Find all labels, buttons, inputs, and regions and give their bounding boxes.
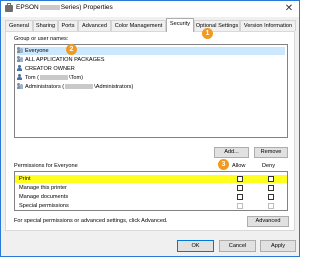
tab-version-information[interactable]: Version Information (240, 20, 296, 31)
tab-advanced[interactable]: Advanced (78, 20, 111, 31)
permission-row-manage-printer: Manage this printer (15, 184, 287, 192)
group-icon (17, 56, 23, 62)
step-badge-3: 3 (218, 159, 229, 170)
advanced-button[interactable]: Advanced (247, 216, 289, 227)
user-item-administrators[interactable]: Administrators (\Administrators) (17, 83, 133, 91)
step-badge-1: 1 (202, 28, 213, 39)
allow-column-label: Allow (232, 163, 246, 169)
tab-sharing[interactable]: Sharing (33, 20, 58, 31)
deny-checkbox (268, 203, 274, 209)
redacted-model (39, 4, 60, 10)
permission-row-manage-documents: Manage documents (15, 193, 287, 201)
advanced-hint: For special permissions or advanced sett… (14, 218, 168, 224)
allow-checkbox[interactable] (237, 176, 243, 182)
close-button[interactable]: ✕ (282, 2, 296, 15)
user-icon (17, 65, 23, 71)
printer-icon (5, 3, 13, 12)
redacted-computer-name (65, 84, 94, 90)
allow-checkbox[interactable] (237, 194, 243, 200)
tab-security[interactable]: Security (166, 18, 194, 32)
group-icon (17, 83, 23, 89)
tab-general[interactable]: General (5, 20, 33, 31)
tab-optional-settings[interactable]: Optional Settings (194, 20, 240, 31)
ok-button[interactable]: OK (177, 240, 214, 252)
allow-checkbox (237, 203, 243, 209)
redacted-computer-name (39, 75, 68, 81)
deny-checkbox[interactable] (268, 194, 274, 200)
user-item-all-app-packages[interactable]: ALL APPLICATION PACKAGES (17, 56, 104, 64)
user-icon (17, 74, 23, 80)
permissions-label: Permissions for Everyone (14, 163, 78, 169)
tab-strip: General Sharing Ports Advanced Color Man… (5, 18, 297, 32)
group-icon (17, 47, 23, 53)
cancel-button[interactable]: Cancel (219, 240, 256, 252)
user-item-creator-owner[interactable]: CREATOR OWNER (17, 65, 75, 73)
deny-checkbox[interactable] (268, 176, 274, 182)
allow-checkbox[interactable] (237, 185, 243, 191)
permission-row-special: Special permissions (15, 202, 287, 210)
group-users-label: Group or user names: (14, 36, 69, 42)
security-panel: Group or user names: Everyone ALL APPLIC… (5, 31, 295, 231)
tab-color-management[interactable]: Color Management (111, 20, 166, 31)
tab-ports[interactable]: Ports (58, 20, 78, 31)
apply-button[interactable]: Apply (260, 240, 296, 252)
user-item-everyone[interactable]: Everyone (17, 47, 285, 55)
window-title: EPSON Series) Properties (16, 4, 113, 11)
step-badge-2: 2 (66, 44, 77, 55)
add-button[interactable]: Add... (214, 147, 249, 158)
users-list[interactable]: Everyone ALL APPLICATION PACKAGES CREATO… (14, 44, 288, 138)
user-item-tom[interactable]: Tom (\Tom) (17, 74, 83, 82)
permissions-list: Print Manage this printer Manage documen… (14, 171, 288, 211)
remove-button[interactable]: Remove (254, 147, 288, 158)
properties-dialog: EPSON Series) Properties ✕ General Sharin… (0, 0, 300, 257)
deny-checkbox[interactable] (268, 185, 274, 191)
title-bar: EPSON Series) Properties ✕ (1, 1, 299, 17)
deny-column-label: Deny (262, 163, 276, 169)
permission-row-print: Print (15, 175, 287, 183)
